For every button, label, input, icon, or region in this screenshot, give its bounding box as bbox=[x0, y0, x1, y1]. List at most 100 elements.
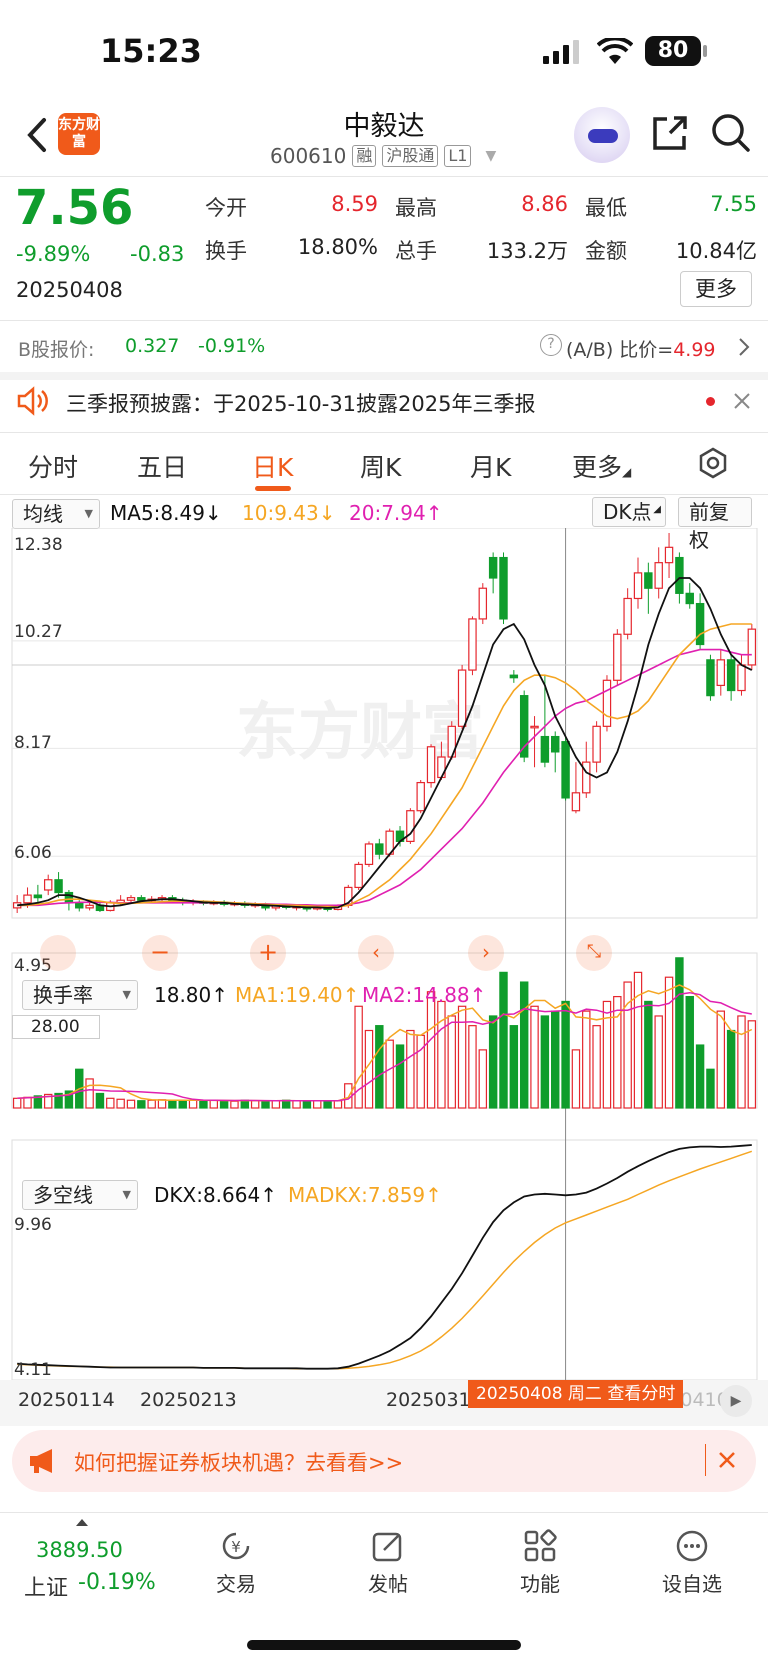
candle-body bbox=[695, 602, 705, 646]
candle-body bbox=[75, 902, 84, 909]
x-label-2: 20250213 bbox=[140, 1389, 237, 1411]
play-icon[interactable]: ▶ bbox=[720, 1385, 752, 1417]
indicator-select-label: 均线 bbox=[23, 502, 63, 526]
candle-body bbox=[137, 897, 146, 901]
watchlist-icon[interactable] bbox=[674, 1528, 710, 1564]
x-label-1: 20250114 bbox=[18, 1389, 115, 1411]
banner-close-icon[interactable] bbox=[718, 1451, 736, 1469]
turnover-bar bbox=[116, 1098, 125, 1109]
candle-body bbox=[457, 669, 467, 727]
tab-weekly-k[interactable]: 周K bbox=[360, 448, 401, 484]
turnover-bar bbox=[406, 1029, 415, 1109]
turnover-bar bbox=[364, 1029, 374, 1109]
candle-body bbox=[499, 556, 508, 620]
index-percent: -0.19% bbox=[78, 1570, 156, 1595]
amount-value: 10.84亿 bbox=[675, 239, 757, 263]
chevron-right-icon[interactable] bbox=[737, 337, 751, 357]
low-value: 7.55 bbox=[710, 192, 757, 216]
close-icon[interactable] bbox=[732, 391, 752, 411]
nav-post[interactable]: 发帖 bbox=[343, 1568, 433, 1597]
bottom-divider bbox=[0, 1512, 768, 1513]
turnover-bar bbox=[199, 1100, 208, 1109]
expand-icon[interactable] bbox=[76, 1519, 88, 1526]
b-share-percent: -0.91% bbox=[198, 335, 266, 357]
speaker-icon bbox=[16, 386, 50, 416]
candle-body bbox=[633, 572, 643, 600]
notice-text[interactable]: 三季报预披露：于2025-10-31披露2025年三季报 bbox=[66, 388, 535, 418]
adjust-button[interactable]: 前复权 bbox=[678, 497, 752, 552]
nav-trade[interactable]: 交易 bbox=[191, 1568, 281, 1597]
dkx-select[interactable]: 多空线 ▼ bbox=[22, 1180, 138, 1210]
b-share-price: 0.327 bbox=[125, 335, 180, 357]
candle-body bbox=[602, 679, 612, 727]
cursor-date-button[interactable]: 20250408 周二 查看分时 bbox=[468, 1380, 684, 1408]
tag-margin: 融 bbox=[352, 145, 377, 167]
nav-watchlist[interactable]: 设自选 bbox=[647, 1568, 737, 1597]
notice-divider bbox=[0, 432, 768, 433]
trade-icon[interactable]: ¥ bbox=[218, 1528, 254, 1564]
share-icon[interactable] bbox=[650, 113, 690, 153]
turnover-bar bbox=[685, 995, 694, 1109]
candle-body bbox=[478, 587, 488, 620]
search-icon[interactable] bbox=[710, 112, 752, 154]
fullscreen-icon[interactable]: ⤡ bbox=[576, 935, 612, 971]
candle-body bbox=[126, 897, 136, 901]
features-icon[interactable] bbox=[522, 1528, 558, 1564]
zoom-out-icon[interactable]: − bbox=[142, 935, 178, 971]
tab-monthly-k[interactable]: 月K bbox=[470, 448, 511, 484]
turnover-bar bbox=[157, 1099, 167, 1109]
tab-daily-k[interactable]: 日K bbox=[252, 448, 293, 484]
scroll-left-icon[interactable]: ‹ bbox=[358, 935, 394, 971]
ab-ratio[interactable]: (A/B) 比价=4.99 bbox=[566, 335, 716, 362]
turnover-bar bbox=[281, 1099, 291, 1109]
turnover-select[interactable]: 换手率 ▼ bbox=[22, 980, 138, 1010]
nav-features[interactable]: 功能 bbox=[495, 1568, 585, 1597]
candle-body bbox=[375, 843, 384, 855]
y-tick-4: 6.06 bbox=[14, 843, 52, 863]
lock-icon[interactable] bbox=[40, 935, 76, 971]
help-icon[interactable]: ? bbox=[540, 334, 562, 356]
candle-body bbox=[488, 556, 498, 579]
turnover-bar bbox=[137, 1100, 146, 1109]
turnover-bar bbox=[375, 1025, 384, 1109]
turnover-bar bbox=[499, 971, 508, 1109]
turnover-bar bbox=[747, 1020, 757, 1109]
candle-body bbox=[726, 659, 736, 692]
post-icon[interactable] bbox=[370, 1528, 406, 1564]
candle-body bbox=[716, 659, 726, 687]
change-amount: -0.83 bbox=[130, 242, 185, 266]
more-quote-button[interactable]: 更多 bbox=[680, 271, 752, 307]
turnover-bar bbox=[561, 1000, 570, 1109]
turnover-bar bbox=[582, 1010, 591, 1109]
turnover-bar bbox=[126, 1099, 136, 1109]
indicator-select[interactable]: 均线 ▼ bbox=[12, 499, 100, 529]
tab-more[interactable]: 更多◢ bbox=[572, 448, 631, 484]
scroll-right-icon[interactable]: › bbox=[468, 935, 504, 971]
stock-code: 600610 bbox=[270, 144, 347, 168]
turnover-bar bbox=[509, 1025, 519, 1109]
turnover-bar bbox=[168, 1099, 177, 1109]
turnover-ma1-legend: MA1:19.40↑ bbox=[235, 983, 360, 1007]
dkx-legend: DKX:8.664↑ bbox=[154, 1183, 277, 1207]
ab-value: 4.99 bbox=[673, 339, 716, 361]
turnover-bar bbox=[147, 1099, 156, 1109]
settings-icon[interactable] bbox=[697, 447, 729, 479]
turnover-bar bbox=[219, 1100, 229, 1109]
zoom-in-icon[interactable]: + bbox=[250, 935, 286, 971]
index-value[interactable]: 3889.50 bbox=[36, 1538, 123, 1562]
candle-body bbox=[561, 741, 570, 799]
assistant-avatar[interactable] bbox=[574, 107, 630, 163]
tab-five-day[interactable]: 五日 bbox=[137, 448, 187, 484]
b-share-label: B股报价: bbox=[18, 339, 95, 361]
dkx-select-label: 多空线 bbox=[33, 1183, 93, 1207]
turnover-bar bbox=[250, 1100, 260, 1109]
index-name: 上证 bbox=[24, 1576, 69, 1601]
caret-down-icon[interactable]: ▼ bbox=[485, 148, 496, 164]
high-value: 8.86 bbox=[521, 192, 568, 216]
banner-text[interactable]: 如何把握证券板块机遇？去看看>> bbox=[74, 1447, 403, 1477]
turnover-bar bbox=[664, 976, 674, 1109]
current-price: 7.56 bbox=[15, 180, 134, 236]
amount-label: 金额 bbox=[585, 239, 627, 263]
dk-point-button[interactable]: DK点 ◢ bbox=[592, 497, 666, 527]
tab-intraday[interactable]: 分时 bbox=[28, 448, 78, 484]
